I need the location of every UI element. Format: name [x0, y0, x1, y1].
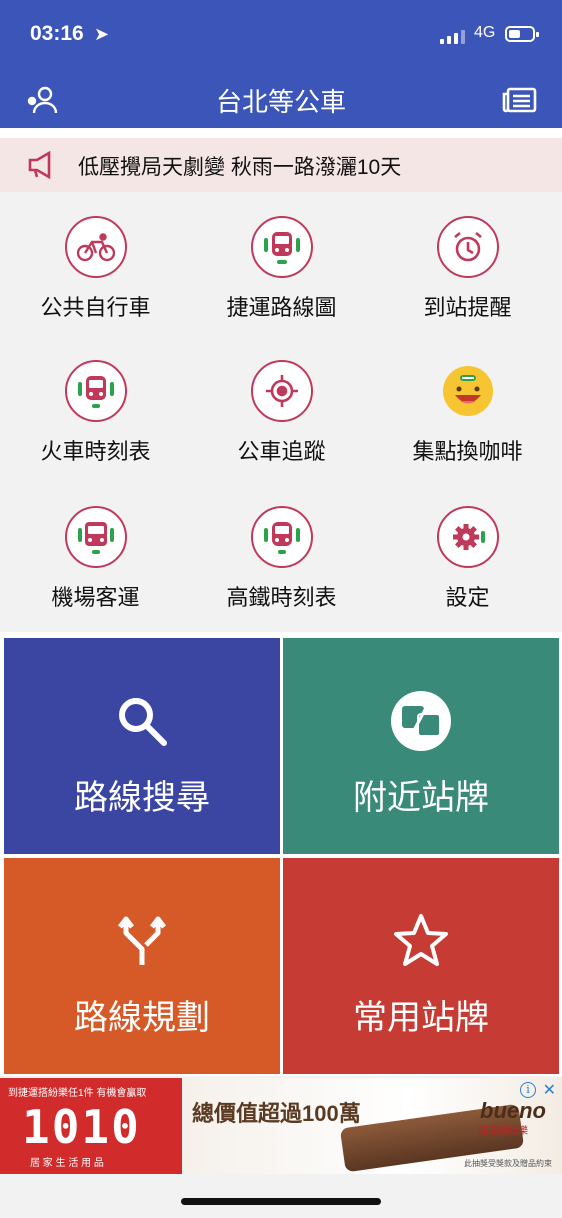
location-arrow-icon: ➤	[94, 24, 110, 44]
signal-icon	[440, 30, 465, 44]
status-bar: 03:16 ➤ 4G	[0, 18, 562, 54]
ad-promo-panel: 到捷運搭紛樂任1件 有機會贏取 1010 居 家 生 活 用 品	[0, 1078, 182, 1174]
tile-label: 常用站牌	[353, 999, 489, 1037]
fn-label: 公車追蹤	[237, 439, 326, 464]
ad-close-icon[interactable]: ✕	[543, 1080, 556, 1100]
fn-label: 機場客運	[51, 585, 140, 610]
ad-product-panel: 總價值超過100萬 bueno 健達繽紛樂 此抽獎受獎款及贈品約束	[182, 1078, 562, 1174]
page-title: 台北等公車	[215, 87, 346, 117]
crosshair-icon	[250, 360, 313, 422]
main-tiles: 路線搜尋 附近站牌 路線規劃 常用站牌	[0, 632, 562, 1076]
high-speed-rail-icon	[250, 506, 313, 568]
fn-train-timetable[interactable]: 火車時刻表	[2, 360, 189, 466]
ad-info-icon[interactable]: i	[520, 1082, 536, 1098]
fn-label: 公共自行車	[40, 295, 151, 320]
fn-bus-tracking[interactable]: 公車追蹤	[188, 360, 375, 466]
tile-label: 路線規劃	[74, 999, 210, 1037]
notice-text: 低壓攪局天劇變 秋雨一路潑灑10天	[78, 156, 402, 179]
tile-label: 路線搜尋	[74, 779, 210, 817]
ad-brand-sub: 健達繽紛樂	[478, 1126, 528, 1137]
header-divider	[0, 128, 562, 138]
megaphone-icon	[22, 146, 62, 184]
app-header: 03:16 ➤ 4G 台北等公車	[0, 0, 562, 128]
search-icon	[109, 688, 175, 754]
ad-fine-print: 此抽獎受獎款及贈品約束	[464, 1159, 552, 1168]
battery-icon	[505, 26, 539, 42]
airport-bus-icon	[64, 506, 127, 568]
star-icon	[388, 908, 454, 974]
network-type: 4G	[474, 24, 496, 41]
ad-brand: bueno	[480, 1098, 546, 1123]
fn-settings[interactable]: 設定	[374, 506, 561, 612]
ad-headline: 總價值超過100萬	[192, 1101, 361, 1126]
tile-favorite-stops[interactable]: 常用站牌	[283, 858, 559, 1074]
home-indicator[interactable]	[181, 1198, 381, 1205]
tile-route-search[interactable]: 路線搜尋	[4, 638, 280, 854]
ad-banner[interactable]: 到捷運搭紛樂任1件 有機會贏取 1010 居 家 生 活 用 品 總價值超過10…	[0, 1078, 562, 1174]
train-icon	[64, 360, 127, 422]
fn-label: 到站提醒	[423, 295, 512, 320]
ad-promo-bottom: 居 家 生 活 用 品	[30, 1158, 104, 1169]
fn-public-bike[interactable]: 公共自行車	[2, 216, 189, 322]
fn-airport-bus[interactable]: 機場客運	[2, 506, 189, 612]
function-grid: 公共自行車 捷運路線圖 到站提醒 火車時刻表 公車追蹤 集點換咖啡 機場客運 高…	[0, 192, 562, 632]
fn-arrival-alert[interactable]: 到站提醒	[374, 216, 561, 322]
fn-label: 設定	[445, 585, 490, 610]
bicycle-icon	[64, 216, 127, 278]
status-time: 03:16	[30, 22, 84, 45]
fn-coffee-points[interactable]: 集點換咖啡	[374, 360, 561, 466]
tile-route-planning[interactable]: 路線規劃	[4, 858, 280, 1074]
route-split-icon	[109, 908, 175, 974]
news-icon	[502, 87, 537, 113]
news-button[interactable]	[498, 80, 542, 120]
fn-label: 捷運路線圖	[226, 295, 337, 320]
fn-label: 火車時刻表	[40, 439, 151, 464]
smiley-icon	[437, 360, 499, 422]
tile-nearby-stops[interactable]: 附近站牌	[283, 638, 559, 854]
nearby-stops-icon	[388, 688, 454, 754]
gear-icon	[436, 506, 499, 568]
ad-promo-top: 到捷運搭紛樂任1件 有機會贏取	[8, 1088, 147, 1099]
fn-hsr-timetable[interactable]: 高鐵時刻表	[188, 506, 375, 612]
fn-label: 集點換咖啡	[412, 439, 523, 464]
tile-label: 附近站牌	[353, 779, 489, 817]
alarm-clock-icon	[436, 216, 499, 278]
fn-label: 高鐵時刻表	[226, 585, 337, 610]
ad-promo-big: 1010	[22, 1100, 141, 1154]
fn-metro-map[interactable]: 捷運路線圖	[188, 216, 375, 322]
metro-icon	[250, 216, 313, 278]
notice-bar[interactable]: 低壓攪局天劇變 秋雨一路潑灑10天	[0, 138, 562, 192]
